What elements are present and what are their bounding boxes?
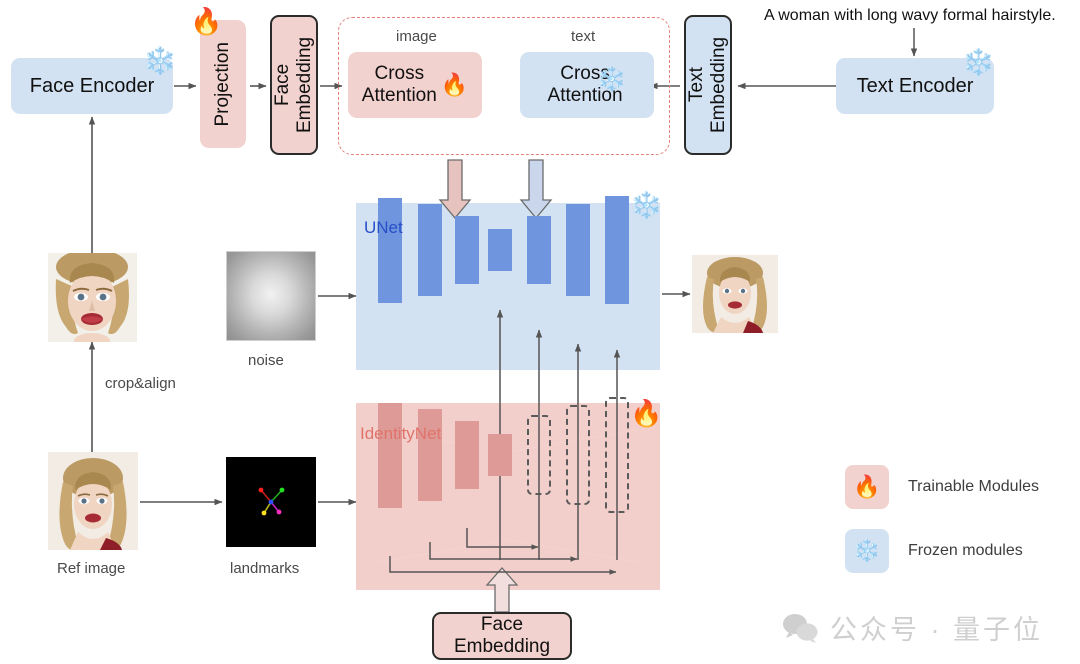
snowflake-icon: ❄️: [853, 538, 881, 563]
face-embedding-top-label: Face Embedding: [272, 36, 315, 134]
face-encoder-label: Face Encoder: [29, 74, 155, 97]
unet-block-5: [527, 216, 551, 284]
crop-align-label: crop&align: [105, 375, 176, 392]
face-embedding-bottom-line1: Face: [480, 614, 524, 636]
noise-image: [226, 251, 316, 341]
snowflake-icon: ❄️: [962, 47, 995, 77]
snowflake-icon: ❄️: [143, 46, 177, 76]
snowflake-icon: ❄️: [630, 190, 663, 220]
unet-block-2: [418, 204, 442, 296]
identitynet-block-6: [566, 405, 590, 505]
legend-frozen-label: Frozen modules: [908, 542, 1023, 559]
wechat-icon: [782, 613, 818, 643]
output-image: [692, 255, 778, 333]
cropped-face-image: [48, 253, 137, 342]
text-branch-label: text: [571, 28, 596, 45]
legend-trainable-swatch: 🔥: [845, 465, 889, 509]
projection-label: Projection: [212, 41, 234, 127]
landmarks-label: landmarks: [230, 560, 300, 577]
cross-attention-image-box[interactable]: Cross Attention 🔥: [348, 52, 482, 118]
unet-block-7: [605, 196, 629, 304]
snowflake-icon: ❄️: [596, 66, 627, 93]
fire-icon: 🔥: [853, 474, 881, 499]
unet-block-4: [488, 229, 512, 271]
face-embedding-top-box[interactable]: Face Embedding: [270, 15, 318, 155]
unet-label: UNet: [364, 218, 403, 237]
projection-box[interactable]: Projection: [200, 20, 246, 148]
fire-icon: 🔥: [630, 398, 663, 428]
fire-icon: 🔥: [190, 6, 223, 36]
face-embedding-bottom-box[interactable]: Face Embedding: [432, 612, 572, 660]
identitynet-block-4: [488, 434, 512, 476]
identitynet-block-7: [605, 397, 629, 513]
text-embedding-label: Text Embedding: [686, 36, 729, 134]
cross-attention-image-line2: Attention: [361, 85, 437, 106]
noise-label: noise: [248, 352, 284, 369]
legend-frozen-swatch: ❄️: [845, 529, 889, 573]
fire-icon: 🔥: [440, 72, 469, 97]
text-embedding-box[interactable]: Text Embedding: [684, 15, 732, 155]
unet-block-6: [566, 204, 590, 296]
ref-image: [48, 452, 138, 550]
identitynet-block-3: [455, 421, 479, 489]
cross-attention-image-line1: Cross: [374, 63, 425, 85]
text-encoder-label: Text Encoder: [856, 74, 974, 97]
legend-trainable-label: Trainable Modules: [908, 478, 1040, 495]
identitynet-label: IdentityNet: [360, 424, 442, 443]
cross-attention-text-box[interactable]: Cross Attention ❄️: [520, 52, 654, 118]
face-embedding-bottom-line2: Embedding: [453, 636, 551, 657]
image-branch-label: image: [396, 28, 437, 45]
landmarks-image: [226, 457, 316, 547]
watermark: 公众号 · 量子位: [782, 608, 1043, 647]
identitynet-block-2: [418, 409, 442, 501]
watermark-text: 公众号 · 量子位: [830, 615, 1043, 645]
prompt-text: A woman with long wavy formal hairstyle.: [764, 7, 1056, 24]
unet-block-3: [455, 216, 479, 284]
diagram-canvas: UNet IdentityNet ❄️ 🔥 Face Encoder ❄️ Pr…: [0, 0, 1080, 664]
identitynet-block-1: [378, 403, 402, 508]
ref-image-label: Ref image: [57, 560, 126, 577]
identitynet-block-5: [527, 415, 551, 495]
unet-block-1: [378, 198, 402, 303]
